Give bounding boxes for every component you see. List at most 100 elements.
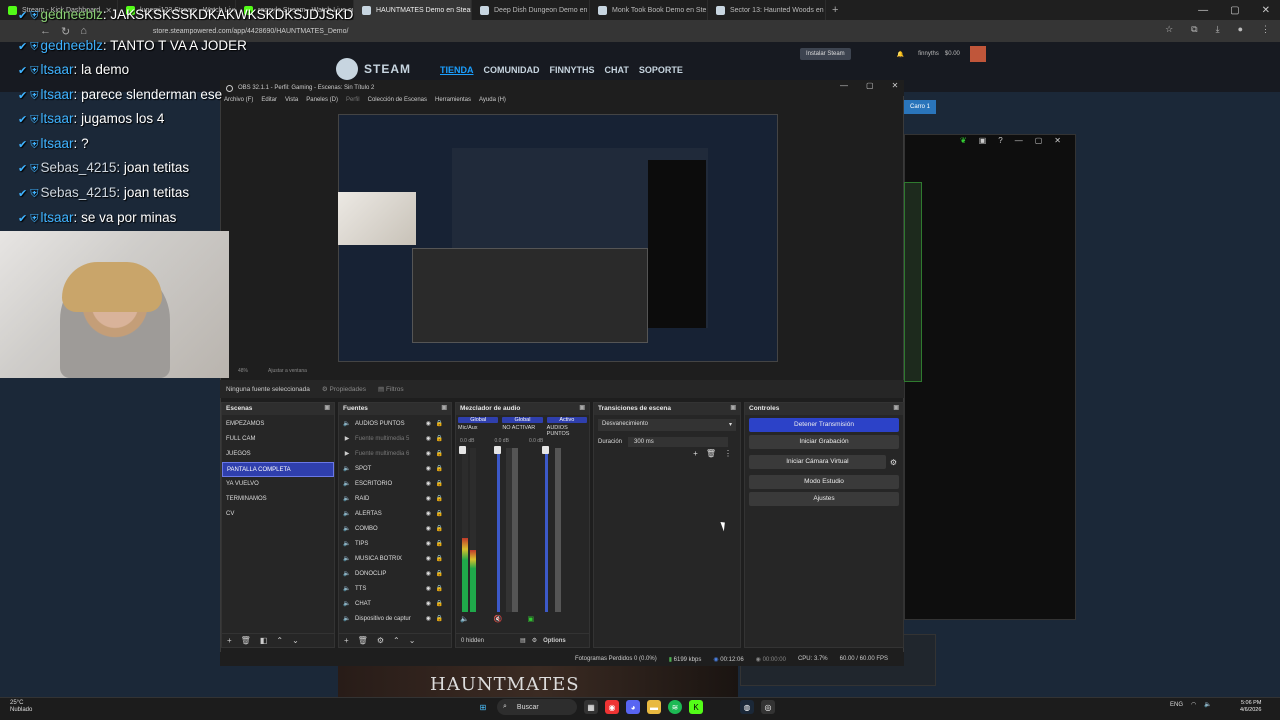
- mute-icon[interactable]: 🔇: [494, 615, 503, 623]
- gear-icon[interactable]: ⚙: [890, 458, 897, 467]
- fader-knob[interactable]: [494, 446, 501, 454]
- visibility-eye-icon[interactable]: ◉: [426, 480, 431, 487]
- source-item[interactable]: 🔈 TTS ◉ 🔒: [339, 581, 451, 596]
- gear-icon[interactable]: ⚙: [532, 637, 537, 644]
- weather-widget[interactable]: 25°C Nublado: [10, 700, 32, 714]
- chevron-up-icon[interactable]: ⌃: [276, 636, 283, 645]
- mixer-channel[interactable]: NO ACTIVAR: [502, 425, 542, 437]
- downloads-icon[interactable]: ⤓: [1216, 24, 1220, 35]
- clock[interactable]: 5:06 PM 4/6/2026: [1240, 700, 1261, 714]
- source-item[interactable]: 🔈 CHAT ◉ 🔒: [339, 596, 451, 611]
- bookmark-star-icon[interactable]: ☆: [1165, 24, 1173, 35]
- obs-menu-item[interactable]: Colección de Escenas: [368, 97, 427, 103]
- lock-icon[interactable]: 🔒: [436, 555, 443, 562]
- fader-knob[interactable]: [542, 446, 549, 454]
- install-steam-button[interactable]: Instalar Steam: [800, 48, 851, 60]
- obs-menu-item[interactable]: Archivo (F): [224, 97, 253, 103]
- visibility-eye-icon[interactable]: ◉: [426, 555, 431, 562]
- lock-icon[interactable]: 🔒: [436, 615, 443, 622]
- more-icon[interactable]: ⋮: [724, 449, 732, 458]
- maximize-icon[interactable]: ▢: [866, 81, 874, 90]
- windows-start-icon[interactable]: ⊞: [476, 700, 490, 714]
- source-item[interactable]: ▶ Fuente multimedia 6 ◉ 🔒: [339, 446, 451, 461]
- add-icon[interactable]: +: [227, 636, 232, 645]
- steam-nav-item[interactable]: FINNYTHS: [550, 65, 595, 75]
- browser-tab[interactable]: Sector 13: Haunted Woods en✕: [708, 0, 826, 20]
- filters-button[interactable]: ▤ Filtros: [378, 385, 404, 393]
- gear-icon[interactable]: ⚙: [377, 636, 384, 645]
- chevron-down-icon[interactable]: ⌄: [409, 636, 416, 645]
- taskbar-search[interactable]: ⌕ Buscar: [497, 699, 577, 715]
- source-item[interactable]: 🔈 ESCRITORIO ◉ 🔒: [339, 476, 451, 491]
- lock-icon[interactable]: 🔒: [436, 420, 443, 427]
- home-icon[interactable]: ⌂: [80, 25, 87, 37]
- mixer-tab[interactable]: Global: [502, 417, 543, 423]
- source-item[interactable]: 🔈 RAID ◉ 🔒: [339, 491, 451, 506]
- chat-username[interactable]: gedneeblz: [41, 7, 103, 22]
- chat-username[interactable]: Sebas_4215: [41, 160, 117, 175]
- spotify-icon[interactable]: ≋: [668, 700, 682, 714]
- steam-nav-item[interactable]: SOPORTE: [639, 65, 683, 75]
- trash-icon[interactable]: 🗑: [241, 636, 251, 645]
- obs-menu-item[interactable]: Editar: [261, 97, 277, 103]
- chevron-down-icon[interactable]: ⌄: [292, 636, 299, 645]
- maximize-icon[interactable]: ▢: [1035, 136, 1043, 145]
- scene-item[interactable]: FULL CAM: [222, 432, 334, 447]
- fader-knob[interactable]: [459, 446, 466, 454]
- mixer-tab[interactable]: Activo: [546, 417, 587, 423]
- mixer-channel[interactable]: Mic/Aux: [458, 425, 498, 437]
- visibility-eye-icon[interactable]: ◉: [426, 420, 431, 427]
- visibility-eye-icon[interactable]: ◉: [426, 540, 431, 547]
- menu-icon[interactable]: ⋮: [1261, 24, 1270, 35]
- close-icon[interactable]: ✕: [892, 81, 899, 90]
- lock-icon[interactable]: 🔒: [436, 495, 443, 502]
- start-virtual-camera-button[interactable]: Iniciar Cámara Virtual: [749, 455, 886, 469]
- layout-icon[interactable]: ▤: [520, 637, 526, 644]
- visibility-eye-icon[interactable]: ◉: [426, 450, 431, 457]
- minimize-icon[interactable]: —: [840, 81, 848, 90]
- scene-item[interactable]: JUEGOS: [222, 447, 334, 462]
- obs-icon[interactable]: ◎: [761, 700, 775, 714]
- volume-fader[interactable]: [497, 448, 500, 612]
- obs-menu-item[interactable]: Ayuda (H): [479, 97, 506, 103]
- discord-icon[interactable]: ◕: [626, 700, 640, 714]
- dock-menu-icon[interactable]: ▣: [730, 404, 736, 411]
- volume-fader[interactable]: [545, 448, 548, 612]
- close-icon[interactable]: ✕: [1054, 136, 1061, 145]
- steam-icon[interactable]: ◍: [740, 700, 754, 714]
- add-icon[interactable]: +: [344, 636, 349, 645]
- back-icon[interactable]: ←: [40, 25, 51, 37]
- browser-tab[interactable]: Monk Took Book Demo en Ste✕: [590, 0, 708, 20]
- scene-item[interactable]: YA VUELVO: [222, 477, 334, 492]
- lock-icon[interactable]: 🔒: [436, 540, 443, 547]
- lock-icon[interactable]: 🔒: [436, 525, 443, 532]
- source-item[interactable]: 🔈 ALERTAS ◉ 🔒: [339, 506, 451, 521]
- obs-menu-item[interactable]: Herramientas: [435, 97, 471, 103]
- visibility-eye-icon[interactable]: ◉: [426, 465, 431, 472]
- preview-zoom-label[interactable]: 48%: [238, 368, 248, 374]
- monitor-icon[interactable]: ▣: [527, 615, 534, 623]
- visibility-eye-icon[interactable]: ◉: [426, 585, 431, 592]
- hidden-count[interactable]: 0 hidden: [461, 638, 484, 644]
- source-item[interactable]: 🔈 COMBO ◉ 🔒: [339, 521, 451, 536]
- browser-tab[interactable]: Deep Dish Dungeon Demo en✕: [472, 0, 590, 20]
- url-field[interactable]: store.steampowered.com/app/4428690/HAUNT…: [153, 28, 349, 35]
- lock-icon[interactable]: 🔒: [436, 450, 443, 457]
- obs-menu-item[interactable]: Perfil: [346, 97, 360, 103]
- steam-username[interactable]: finnyths: [918, 51, 939, 57]
- help-icon[interactable]: ?: [998, 136, 1002, 145]
- notification-bell-icon[interactable]: 🔔: [897, 51, 904, 58]
- obs-menu-item[interactable]: Paneles (D): [306, 97, 338, 103]
- transition-select[interactable]: Desvanecimiento ▾: [598, 419, 736, 431]
- lock-icon[interactable]: 🔒: [436, 570, 443, 577]
- reload-icon[interactable]: ↻: [61, 25, 70, 38]
- lock-icon[interactable]: 🔒: [436, 600, 443, 607]
- chat-username[interactable]: ltsaar: [41, 87, 74, 102]
- maximize-icon[interactable]: ▢: [1230, 5, 1239, 16]
- scene-item[interactable]: PANTALLA COMPLETA: [222, 462, 334, 477]
- profile-icon[interactable]: ●: [1238, 24, 1243, 35]
- cart-button[interactable]: Carro 1: [904, 100, 937, 114]
- volume-icon[interactable]: 🔈: [1204, 701, 1211, 708]
- wifi-icon[interactable]: ◠: [1191, 701, 1196, 708]
- dock-menu-icon[interactable]: ▣: [441, 404, 447, 411]
